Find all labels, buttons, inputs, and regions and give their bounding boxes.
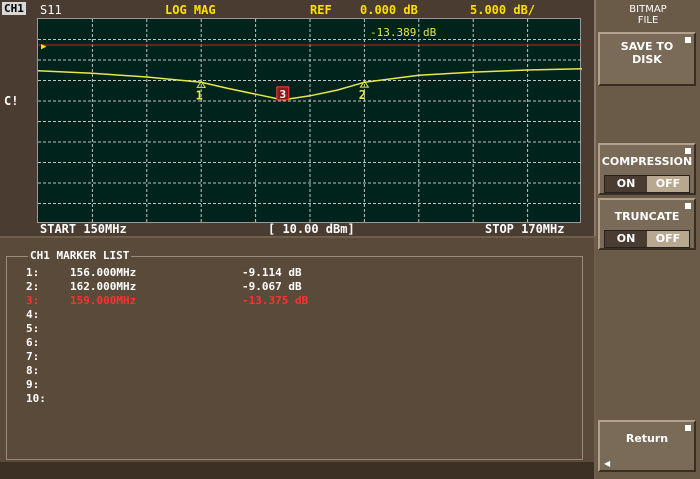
marker-index: 9: [26, 378, 40, 391]
return-label: Return [625, 432, 669, 445]
marker-frequency: 162.000MHz [70, 280, 137, 293]
ref-label: REF [310, 3, 332, 17]
marker-index: 3: [26, 294, 40, 307]
return-arrow-icon: ◀ [604, 459, 611, 468]
save-label-line1: SAVE TO [620, 40, 674, 53]
trace-plot: 1 2 3 -13.389 dB [37, 19, 583, 224]
compression-off[interactable]: OFF [647, 176, 689, 192]
marker-index: 5: [26, 322, 40, 335]
marker-value: -9.067 dB [242, 280, 302, 293]
marker-label: 2 [359, 88, 366, 102]
menu-title-line2: FILE [637, 15, 659, 26]
marker-index: 10: [26, 392, 46, 405]
marker-value: -13.375 dB [242, 294, 309, 307]
return-button[interactable]: Return ◀ [598, 420, 696, 472]
marker-frequency: 159.000MHz [70, 294, 137, 307]
marker-index: 6: [26, 336, 40, 349]
scale-value: 5.000 dB/ [470, 3, 536, 17]
start-frequency: START 150MHz [40, 222, 127, 236]
trace-graticule[interactable]: 1 2 3 -13.389 dB [37, 18, 583, 224]
marker-label: 3 [279, 88, 286, 101]
marker-list-panel: CH1 MARKER LIST 1: 156.000MHz -9.114 dB 2: 1… [0, 238, 594, 462]
marker-value: -9.114 dB [242, 266, 302, 279]
save-to-disk-button[interactable]: SAVE TO DISK [598, 32, 696, 86]
plot-panel: CH1 S11 LOG MAG REF 0.000 dB 5.000 dB/ C… [0, 0, 596, 236]
marker-label: 1 [196, 88, 203, 102]
truncate-toggle[interactable]: ON OFF [604, 230, 690, 248]
compression-label: COMPRESSION [601, 155, 693, 168]
truncate-on[interactable]: ON [605, 231, 647, 247]
save-label-line2: DISK [632, 53, 662, 66]
softkey-panel: BITMAP FILE SAVE TO DISK COMPRESSION ON … [596, 0, 700, 479]
ref-value: 0.000 dB [360, 3, 418, 17]
marker-index: 2: [26, 280, 40, 293]
softkey-indicator-icon [685, 203, 691, 209]
marker-index: 1: [26, 266, 40, 279]
truncate-softkey[interactable]: TRUNCATE ON OFF [598, 198, 696, 250]
compression-toggle[interactable]: ON OFF [604, 175, 690, 193]
marker-frequency: 156.000MHz [70, 266, 137, 279]
truncate-label: TRUNCATE [614, 210, 680, 223]
compression-softkey[interactable]: COMPRESSION ON OFF [598, 143, 696, 195]
marker-index: 8: [26, 364, 40, 377]
marker-readout: -13.389 dB [370, 26, 437, 39]
truncate-off[interactable]: OFF [647, 231, 689, 247]
marker-list-title: CH1 MARKER LIST [28, 249, 132, 262]
stop-frequency: STOP 170MHz [485, 222, 565, 236]
reference-pointer-icon: ▶ [41, 42, 47, 52]
menu-title-line1: BITMAP [629, 4, 667, 15]
side-channel-flag: C! [4, 94, 19, 108]
source-power: [ 10.00 dBm] [268, 222, 355, 236]
status-bar [0, 462, 594, 479]
softkey-indicator-icon [685, 37, 691, 43]
compression-on[interactable]: ON [605, 176, 647, 192]
marker-index: 4: [26, 308, 40, 321]
parameter-label: S11 [40, 3, 62, 17]
channel-label[interactable]: CH1 [2, 2, 26, 15]
format-label: LOG MAG [165, 3, 216, 17]
softkey-indicator-icon [685, 425, 691, 431]
softkey-indicator-icon [685, 148, 691, 154]
marker-index: 7: [26, 350, 40, 363]
